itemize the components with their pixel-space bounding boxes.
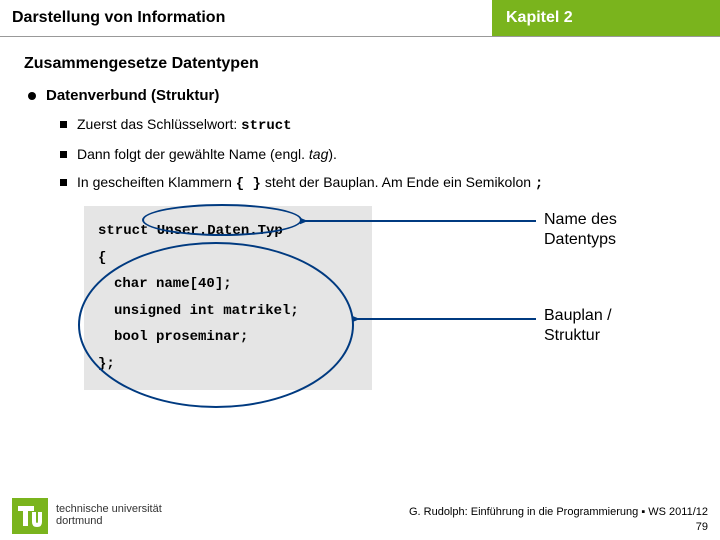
bullet-item-1-text: Zuerst das Schlüsselwort: struct	[77, 116, 292, 134]
arrow-body-icon	[352, 310, 540, 328]
header-title-left: Darstellung von Information	[0, 0, 492, 36]
section-title: Zusammengesetze Datentypen	[24, 55, 696, 73]
code-box: struct Unser.Daten.Typ { char name[40]; …	[84, 206, 372, 390]
b3-pre: In gescheiften Klammern	[77, 174, 236, 190]
code-line-3: char name[40];	[114, 271, 358, 298]
annot1-l1: Name des	[544, 211, 617, 228]
bullet-item-3-text: In gescheiften Klammern { } steht der Ba…	[77, 174, 543, 192]
bullet-disc-icon	[28, 92, 36, 100]
b3-code: { }	[236, 176, 261, 192]
annot1-l2: Datentyps	[544, 231, 616, 248]
b3-mid: steht der Bauplan. Am Ende ein Semikolon	[261, 174, 535, 190]
slide-content: Zusammengesetze Datentypen Datenverbund …	[0, 37, 720, 426]
annotation-body: Bauplan / Struktur	[544, 306, 612, 346]
b1-pre: Zuerst das Schlüsselwort:	[77, 116, 241, 132]
annot2-l1: Bauplan /	[544, 307, 612, 324]
code-line-5: bool proseminar;	[114, 324, 358, 351]
bullet-item-2: Dann folgt der gewählte Name (engl. tag)…	[60, 146, 696, 162]
bullet-item-2-text: Dann folgt der gewählte Name (engl. tag)…	[77, 146, 337, 162]
bullet-item-1: Zuerst das Schlüsselwort: struct	[60, 116, 696, 134]
bullet-square-icon	[60, 179, 67, 186]
header-title-right: Kapitel 2	[492, 0, 720, 36]
tu-logo-icon	[12, 498, 48, 534]
code-line-4: unsigned int matrikel;	[114, 298, 358, 325]
b2-tag: tag	[309, 146, 328, 162]
annotation-typename: Name des Datentyps	[544, 210, 617, 250]
footer-page-num: 79	[696, 521, 708, 533]
bullet-square-icon	[60, 121, 67, 128]
bullet-square-icon	[60, 151, 67, 158]
code-line-6: };	[98, 351, 358, 378]
level1-text: Datenverbund (Struktur)	[46, 87, 219, 104]
uni-line1: technische universität	[56, 503, 162, 515]
b2-pre: Dann folgt der gewählte Name (engl.	[77, 146, 309, 162]
uni-name: technische universität dortmund	[56, 504, 162, 527]
uni-line2: dortmund	[56, 515, 102, 527]
code-line-2: {	[98, 245, 358, 272]
footer-logo-block: technische universität dortmund	[12, 498, 162, 534]
footer-right-text: G. Rudolph: Einführung in die Programmie…	[409, 506, 708, 518]
bullet-level1: Datenverbund (Struktur)	[24, 87, 696, 104]
code-annotation-area: struct Unser.Daten.Typ { char name[40]; …	[84, 206, 694, 426]
footer-credits: G. Rudolph: Einführung in die Programmie…	[409, 505, 708, 534]
b1-code: struct	[241, 118, 291, 134]
b3-semi: ;	[535, 176, 543, 192]
annot2-l2: Struktur	[544, 327, 600, 344]
slide-header: Darstellung von Information Kapitel 2	[0, 0, 720, 37]
code-line-1: struct Unser.Daten.Typ	[98, 218, 358, 245]
b2-post: ).	[328, 146, 337, 162]
bullet-item-3: In gescheiften Klammern { } steht der Ba…	[60, 174, 696, 192]
slide-footer: technische universität dortmund G. Rudol…	[0, 484, 720, 540]
level2-list: Zuerst das Schlüsselwort: struct Dann fo…	[60, 116, 696, 192]
